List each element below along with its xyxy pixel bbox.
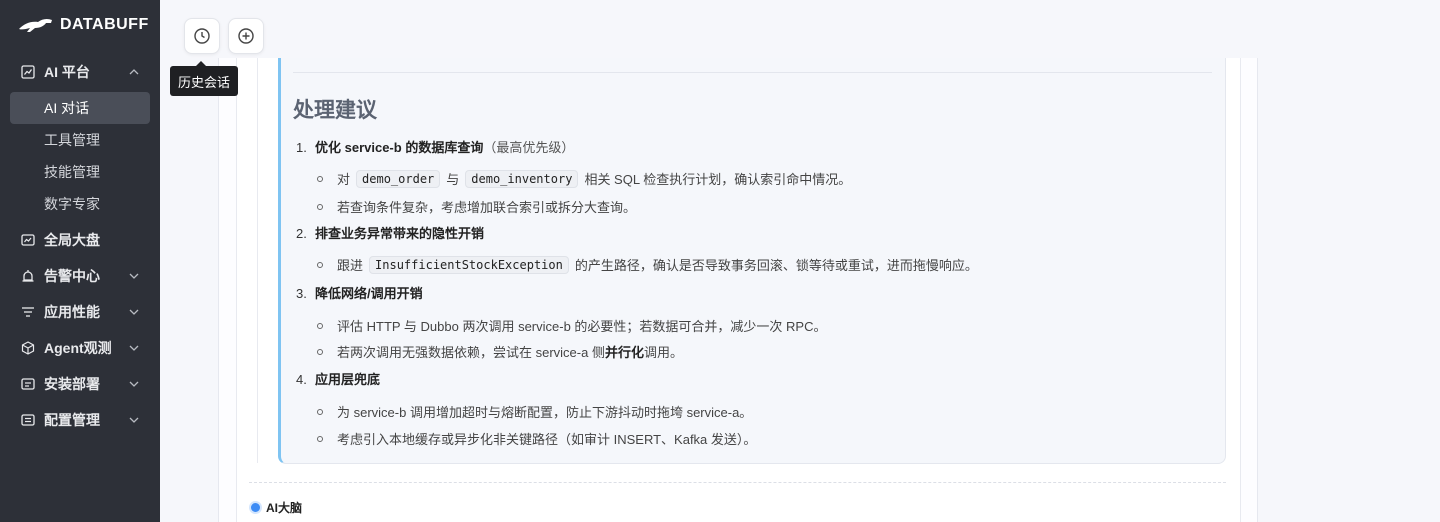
bullet-icon xyxy=(317,203,323,210)
bullet-text: 对 xyxy=(337,172,351,187)
nav-install-deploy[interactable]: 安装部署 xyxy=(0,366,160,402)
list-bullet: 评估 HTTP 与 Dubbo 两次调用 service-b 的必要性；若数据可… xyxy=(317,316,826,335)
clock-icon xyxy=(194,28,210,44)
nav-alarm-center[interactable]: 告警中心 xyxy=(0,258,160,294)
brand-logo[interactable]: DATABUFF xyxy=(18,14,149,36)
list-item: 2. 排查业务异常带来的隐性开销 xyxy=(296,223,484,242)
nav-agent-observe[interactable]: Agent观测 xyxy=(0,330,160,366)
list-number: 4. xyxy=(296,372,307,387)
panther-logo-icon xyxy=(19,18,52,32)
list-bullet: 对 demo_order 与 demo_inventory 相关 SQL 检查执… xyxy=(317,169,851,188)
nav-sub-tool-management[interactable]: 工具管理 xyxy=(10,124,150,156)
chevron-down-icon xyxy=(129,345,139,351)
dashboard-icon xyxy=(20,232,36,248)
thread-line xyxy=(257,58,258,463)
nav-app-performance-label: 应用性能 xyxy=(44,304,100,320)
nav-config-management[interactable]: 配置管理 xyxy=(0,402,160,438)
new-chat-button[interactable] xyxy=(228,18,264,54)
ai-brain-label: AI大脑 xyxy=(266,501,303,515)
bullet-text: 考虑引入本地缓存或异步化非关键路径（如审计 INSERT、Kafka 发送）。 xyxy=(337,432,757,447)
bullet-icon xyxy=(317,322,323,329)
bullet-icon xyxy=(317,435,323,442)
bullet-icon xyxy=(317,261,323,268)
inline-code: InsufficientStockException xyxy=(369,255,569,274)
list-item: 1. 优化 service-b 的数据库查询（最高优先级） xyxy=(296,137,574,156)
nav-install-deploy-label: 安装部署 xyxy=(44,376,100,392)
list-title: 降低网络/调用开销 xyxy=(315,286,423,301)
plus-circle-icon xyxy=(238,28,254,44)
list-title: 排查业务异常带来的隐性开销 xyxy=(315,226,485,241)
bullet-text: 评估 HTTP 与 Dubbo 两次调用 service-b 的必要性；若数据可… xyxy=(337,319,827,334)
chevron-down-icon xyxy=(129,417,139,423)
bullet-text: 与 xyxy=(446,172,460,187)
sidebar: DATABUFF AI 平台 AI 对话 工具管理 技能管理 数字专家 全局大盘… xyxy=(0,0,160,522)
list-note: （最高优先级） xyxy=(483,140,575,155)
list-title: 优化 service-b 的数据库查询 xyxy=(315,140,484,155)
divider xyxy=(293,72,1212,73)
history-tooltip: 历史会话 xyxy=(170,61,239,96)
list-title: 应用层兜底 xyxy=(315,372,381,387)
list-bullet: 若查询条件复杂，考虑增加联合索引或拆分大查询。 xyxy=(317,197,636,216)
list-item: 3. 降低网络/调用开销 xyxy=(296,283,423,302)
history-button[interactable] xyxy=(184,18,220,54)
nav-agent-observe-label: Agent观测 xyxy=(44,340,112,356)
list-bullet: 若两次调用无强数据依赖，尝试在 service-a 侧并行化 调用。 xyxy=(317,342,683,361)
nav-global-dashboard-label: 全局大盘 xyxy=(44,232,100,248)
bullet-text: 跟进 xyxy=(337,258,364,273)
bullet-text: 的产生路径，确认是否导致事务回滚、锁等待或重试，进而拖慢响应。 xyxy=(574,258,978,273)
nav-ai-platform[interactable]: AI 平台 xyxy=(0,54,160,90)
list-item: 4. 应用层兜底 xyxy=(296,369,380,388)
nav-sub-digital-expert[interactable]: 数字专家 xyxy=(10,188,150,220)
bullet-text: 调用。 xyxy=(643,345,683,360)
bullet-text: 为 service-b 调用增加超时与熔断配置，防止下游抖动时拖垮 servic… xyxy=(337,405,753,420)
config-icon xyxy=(20,412,36,428)
list-number: 3. xyxy=(296,286,307,301)
ai-status-dot-icon xyxy=(251,503,260,512)
section-heading: 处理建议 xyxy=(293,99,377,122)
bullet-icon xyxy=(317,408,323,415)
nav-sub-skill-management[interactable]: 技能管理 xyxy=(10,156,150,188)
brand-name: DATABUFF xyxy=(60,16,149,33)
list-number: 2. xyxy=(296,226,307,241)
ai-brain-header: AI大脑 xyxy=(251,499,302,516)
list-bullet: 为 service-b 调用增加超时与熔断配置，防止下游抖动时拖垮 servic… xyxy=(317,402,752,421)
bullet-icon xyxy=(317,175,323,182)
chevron-up-icon xyxy=(129,69,139,75)
chevron-down-icon xyxy=(129,381,139,387)
nav-global-dashboard[interactable]: 全局大盘 xyxy=(0,222,160,258)
bullet-text: 若两次调用无强数据依赖，尝试在 service-a 侧 xyxy=(337,345,605,360)
list-number: 1. xyxy=(296,140,307,155)
chevron-down-icon xyxy=(129,309,139,315)
list-bullet: 跟进 InsufficientStockException 的产生路径，确认是否… xyxy=(317,255,978,274)
inline-code: demo_order xyxy=(356,169,441,188)
nav-ai-platform-label: AI 平台 xyxy=(44,64,90,80)
nav-alarm-center-label: 告警中心 xyxy=(44,268,100,284)
bullet-icon xyxy=(317,348,323,355)
bullet-text: 相关 SQL 检查执行计划，确认索引命中情况。 xyxy=(584,172,852,187)
nav-sub-ai-chat[interactable]: AI 对话 xyxy=(10,92,150,124)
nav-config-management-label: 配置管理 xyxy=(44,412,100,428)
bullet-text: 若查询条件复杂，考虑增加联合索引或拆分大查询。 xyxy=(337,200,637,215)
install-icon xyxy=(20,376,36,392)
alarm-icon xyxy=(20,268,36,284)
performance-icon xyxy=(20,304,36,320)
list-bullet: 考虑引入本地缓存或异步化非关键路径（如审计 INSERT、Kafka 发送）。 xyxy=(317,429,756,448)
nav-app-performance[interactable]: 应用性能 xyxy=(0,294,160,330)
cube-icon xyxy=(20,340,36,356)
bullet-bold-text: 并行化 xyxy=(604,345,644,360)
chart-box-icon xyxy=(20,64,36,80)
chevron-down-icon xyxy=(129,273,139,279)
message-separator xyxy=(249,482,1226,483)
inline-code: demo_inventory xyxy=(465,169,579,188)
